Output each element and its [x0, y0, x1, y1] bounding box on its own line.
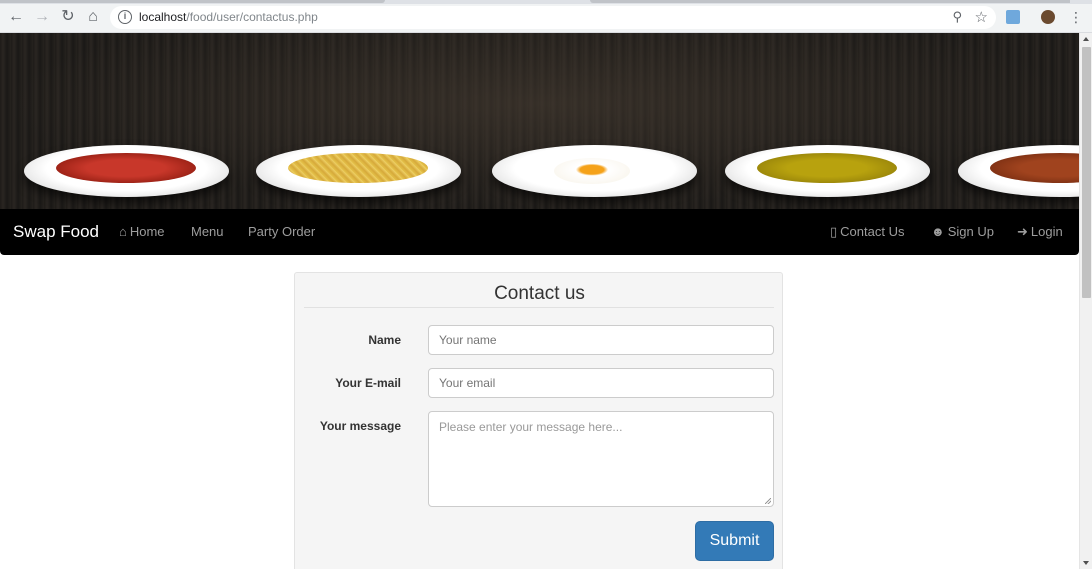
login-icon: ➜ [1017, 224, 1028, 239]
forward-icon[interactable]: → [34, 9, 50, 25]
reload-icon[interactable]: ↻ [60, 9, 76, 25]
page-viewport: Swap Food ⌂ Home Menu Party Order ▯ Contac… [0, 33, 1079, 569]
user-icon: ☻ [931, 224, 945, 239]
nav-login-link[interactable]: ➜ Login [1017, 224, 1063, 240]
plate-soup-image [24, 145, 229, 197]
home-button-icon[interactable]: ⌂ [85, 9, 101, 25]
profile-avatar[interactable] [1041, 10, 1055, 24]
phone-icon: ▯ [830, 224, 838, 239]
name-label: Name [368, 333, 401, 347]
extension-icon[interactable] [1006, 10, 1020, 24]
plate-meat-image [958, 145, 1079, 197]
nav-party-order-link[interactable]: Party Order [248, 224, 315, 239]
address-bar[interactable]: i localhost/food/user/contactus.php ⚲ ☆ [110, 6, 996, 29]
submit-button[interactable]: Submit [695, 521, 774, 561]
contact-form-panel: Contact us Name Your E-mail Your message… [294, 272, 783, 569]
email-label: Your E-mail [335, 376, 401, 390]
message-label: Your message [319, 419, 401, 433]
scrollbar-thumb[interactable] [1082, 47, 1091, 298]
bookmark-star-icon[interactable]: ☆ [975, 8, 988, 26]
plate-egg-image [492, 145, 697, 197]
tab[interactable] [590, 0, 1070, 3]
divider [304, 307, 774, 308]
form-title: Contact us [494, 283, 585, 304]
tab-strip [0, 0, 1092, 4]
nav-menu-link[interactable]: Menu [191, 224, 224, 239]
nav-home-link[interactable]: ⌂ Home [119, 224, 165, 239]
site-info-icon[interactable]: i [118, 10, 132, 24]
menu-kebab-icon[interactable]: ⋮ [1068, 9, 1084, 25]
nav-contact-us-link[interactable]: ▯ Contact Us [830, 224, 904, 240]
resize-handle-icon[interactable] [765, 498, 771, 504]
message-textarea[interactable]: Please enter your message here... [428, 411, 774, 507]
zoom-icon[interactable]: ⚲ [952, 9, 962, 25]
scroll-up-arrow-icon[interactable] [1083, 37, 1089, 41]
name-input[interactable] [428, 325, 774, 355]
home-icon: ⌂ [119, 224, 127, 239]
scroll-down-arrow-icon[interactable] [1083, 561, 1089, 565]
url-text[interactable]: localhost/food/user/contactus.php [139, 10, 318, 24]
plate-noodles-image [256, 145, 461, 197]
nav-sign-up-link[interactable]: ☻ Sign Up [931, 224, 994, 239]
vertical-scrollbar[interactable] [1079, 33, 1092, 569]
food-banner-image [0, 33, 1079, 209]
message-placeholder: Please enter your message here... [439, 420, 623, 434]
tab[interactable] [0, 0, 385, 3]
email-input[interactable] [428, 368, 774, 398]
plate-curry-image [725, 145, 930, 197]
back-icon[interactable]: ← [8, 9, 24, 25]
main-navbar: Swap Food ⌂ Home Menu Party Order ▯ Contac… [0, 209, 1079, 255]
brand-logo-text[interactable]: Swap Food [13, 222, 99, 242]
browser-toolbar: ← → ↻ ⌂ i localhost/food/user/contactus.… [0, 0, 1092, 33]
